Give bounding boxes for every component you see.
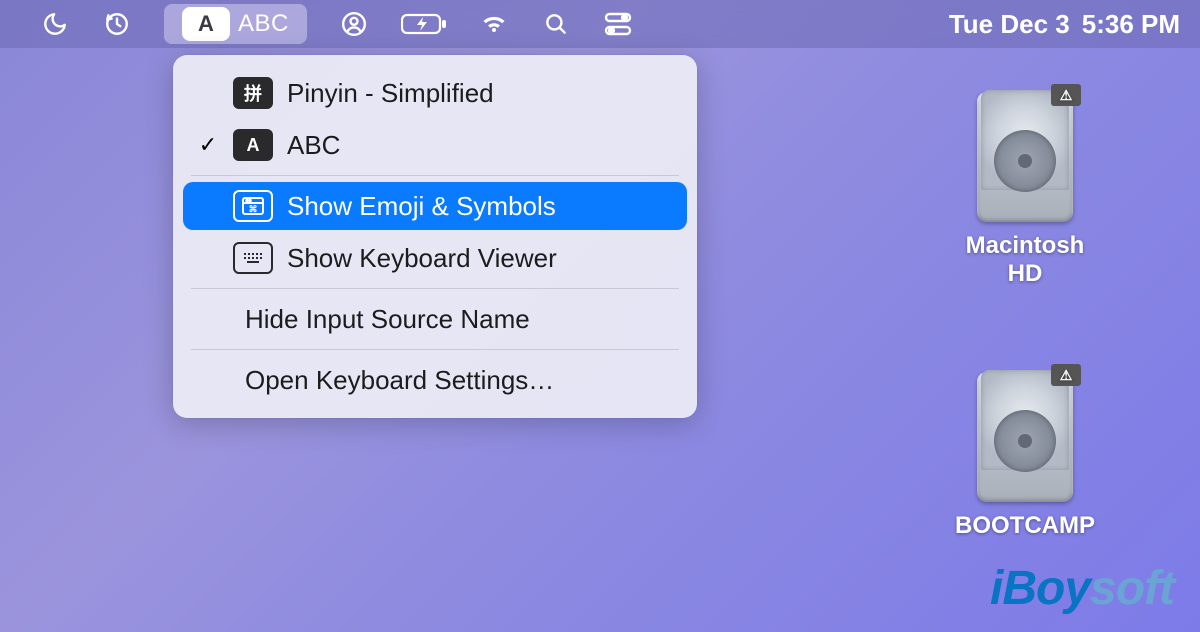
user-icon[interactable] [339, 9, 369, 39]
pinyin-icon: 拼 [233, 77, 273, 109]
input-source-label: ABC [238, 10, 289, 38]
menu-item-show-emoji[interactable]: ⌘ Show Emoji & Symbols [183, 182, 687, 230]
wifi-icon[interactable] [479, 9, 509, 39]
menu-item-open-keyboard-settings[interactable]: Open Keyboard Settings… [183, 356, 687, 404]
desktop-disk-macintosh-hd[interactable]: ⚠ Macintosh HD [950, 82, 1100, 288]
menubar-date: Tue Dec 3 [949, 9, 1070, 40]
control-center-icon[interactable] [603, 9, 633, 39]
menu-separator [191, 288, 679, 289]
menu-item-label: Show Keyboard Viewer [287, 243, 557, 274]
keyboard-icon [233, 242, 273, 274]
do-not-disturb-icon[interactable] [40, 9, 70, 39]
menubar: A ABC Tue Dec 3 5:36 PM [0, 0, 1200, 48]
input-source-menu-button[interactable]: A ABC [164, 4, 307, 44]
menu-item-show-keyboard-viewer[interactable]: Show Keyboard Viewer [183, 234, 687, 282]
input-source-dropdown: 拼 Pinyin - Simplified ✓ A ABC ⌘ Show Emo… [173, 55, 697, 418]
menu-item-label: ABC [287, 130, 340, 161]
menu-item-label: Show Emoji & Symbols [287, 191, 556, 222]
disk-label: Macintosh HD [950, 232, 1100, 288]
character-viewer-icon: ⌘ [233, 190, 273, 222]
menu-separator [191, 175, 679, 176]
checkmark-icon: ✓ [197, 132, 219, 158]
menu-item-label: Hide Input Source Name [245, 304, 530, 335]
menu-item-label: Open Keyboard Settings… [245, 365, 554, 396]
desktop-disk-bootcamp[interactable]: ⚠ BOOTCAMP [950, 362, 1100, 540]
hard-drive-icon: ⚠ [965, 82, 1085, 222]
battery-icon[interactable] [401, 9, 447, 39]
time-machine-icon[interactable] [102, 9, 132, 39]
abc-icon: A [233, 129, 273, 161]
menubar-clock[interactable]: Tue Dec 3 5:36 PM [949, 9, 1180, 40]
menu-separator [191, 349, 679, 350]
menu-item-label: Pinyin - Simplified [287, 78, 494, 109]
svg-text:⌘: ⌘ [249, 204, 258, 214]
hard-drive-icon: ⚠ [965, 362, 1085, 502]
disk-label: BOOTCAMP [950, 512, 1100, 540]
menu-item-hide-input-source-name[interactable]: Hide Input Source Name [183, 295, 687, 343]
watermark-logo: iBoysoft [990, 561, 1174, 616]
input-source-option-abc[interactable]: ✓ A ABC [183, 121, 687, 169]
menubar-time: 5:36 PM [1082, 9, 1180, 40]
spotlight-icon[interactable] [541, 9, 571, 39]
input-source-badge: A [182, 7, 230, 41]
input-source-option-pinyin[interactable]: 拼 Pinyin - Simplified [183, 69, 687, 117]
